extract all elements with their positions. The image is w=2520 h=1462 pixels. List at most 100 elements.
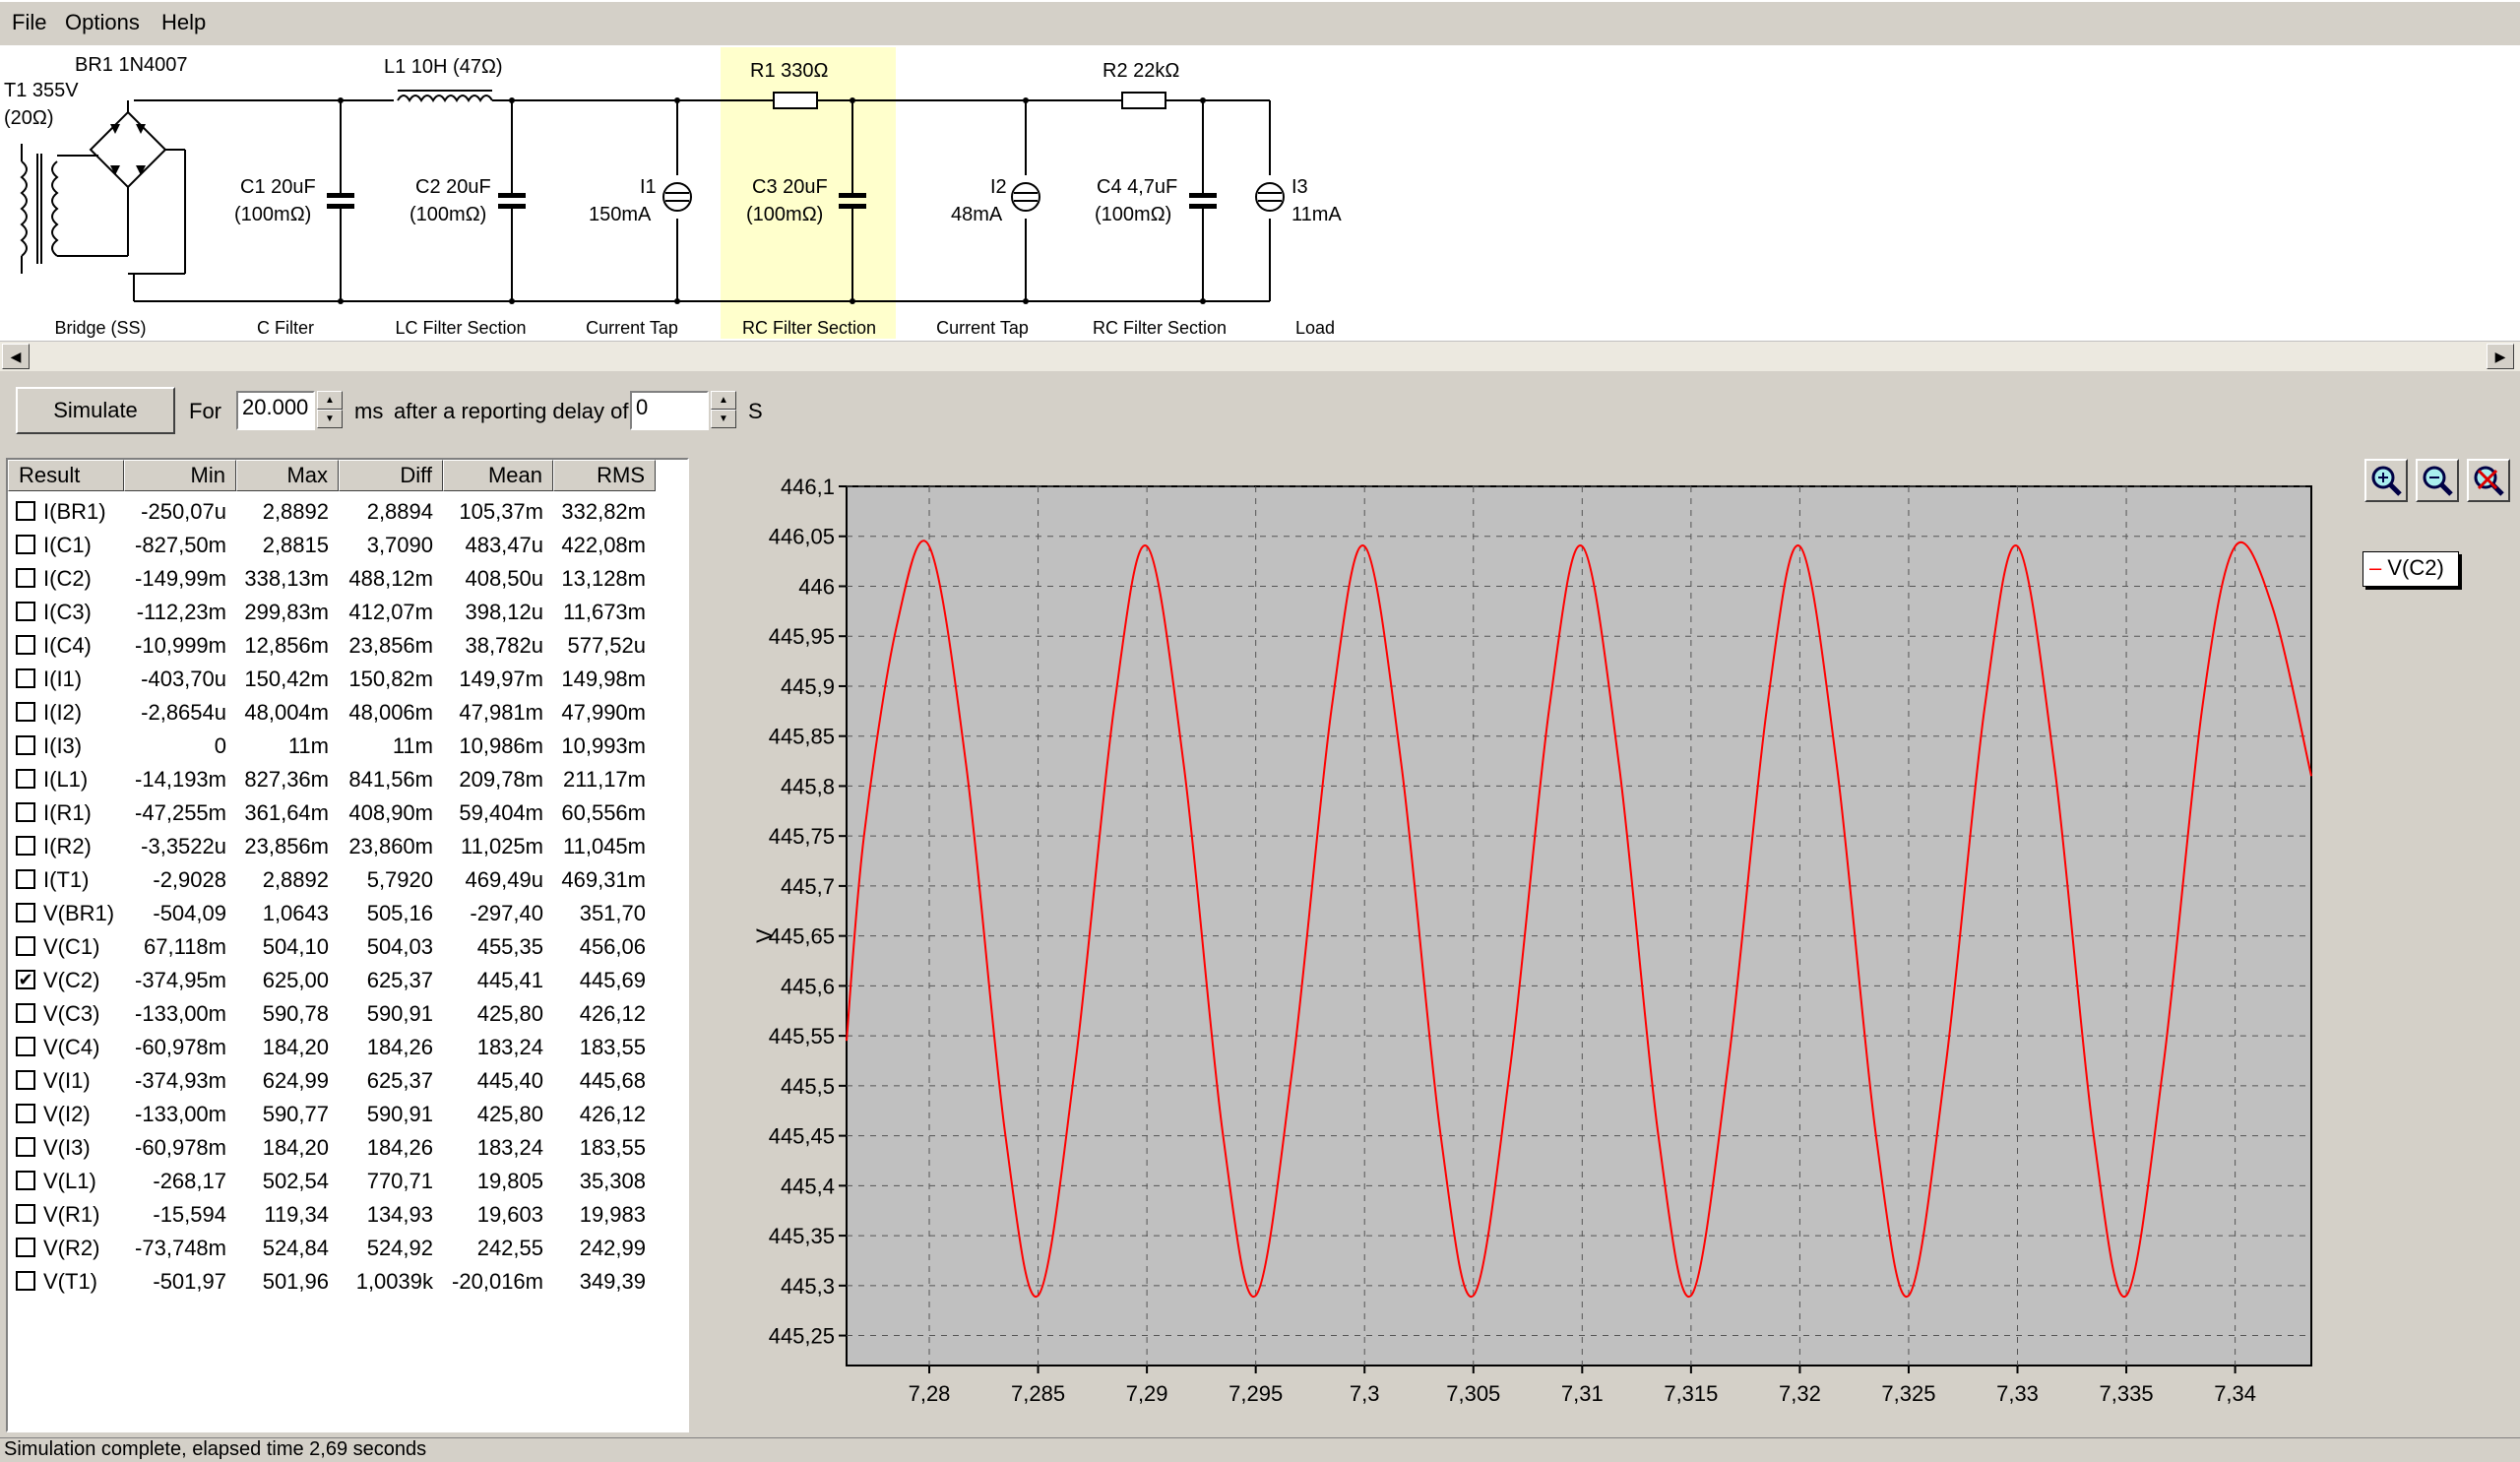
row-checkbox[interactable] (16, 702, 35, 722)
cell-mean: 19,603 (443, 1202, 543, 1228)
table-row[interactable]: I(BR1)-250,07u2,88922,8894105,37m332,82m (8, 495, 687, 529)
cell-rms: 422,08m (553, 533, 646, 558)
table-row[interactable]: V(BR1)-504,091,0643505,16-297,40351,70 (8, 897, 687, 930)
spin-down-icon[interactable]: ▼ (711, 410, 736, 428)
simulate-button[interactable]: Simulate (16, 387, 175, 434)
spin-down-icon[interactable]: ▼ (317, 410, 343, 428)
table-row[interactable]: I(C2)-149,99m338,13m488,12m408,50u13,128… (8, 562, 687, 596)
y-axis-label: V (752, 928, 777, 943)
legend-label: V(C2) (2387, 555, 2443, 580)
table-row[interactable]: I(T1)-2,90282,88925,7920469,49u469,31m (8, 863, 687, 897)
table-row[interactable]: I(L1)-14,193m827,36m841,56m209,78m211,17… (8, 763, 687, 796)
row-checkbox[interactable] (16, 1037, 35, 1056)
spin-up-icon[interactable]: ▲ (711, 391, 736, 410)
table-row[interactable]: V(L1)-268,17502,54770,7119,80535,308 (8, 1165, 687, 1198)
zoom-in-button[interactable] (2364, 459, 2408, 502)
row-checkbox[interactable] (16, 936, 35, 956)
table-row[interactable]: V(I2)-133,00m590,77590,91425,80426,12 (8, 1098, 687, 1131)
col-header-diff[interactable]: Diff (339, 460, 443, 491)
table-row[interactable]: V(T1)-501,97501,961,0039k-20,016m349,39 (8, 1265, 687, 1299)
cell-max: 361,64m (236, 800, 329, 826)
delay-input[interactable]: 0 (630, 391, 709, 430)
menu-file[interactable]: File (4, 8, 54, 37)
row-checkbox[interactable] (16, 903, 35, 922)
row-checkbox[interactable] (16, 635, 35, 655)
table-row[interactable]: ✔V(C2)-374,95m625,00625,37445,41445,69 (8, 964, 687, 997)
row-checkbox[interactable] (16, 1137, 35, 1157)
cell-max: 590,78 (236, 1001, 329, 1027)
duration-spinner[interactable]: ▲ ▼ (317, 391, 343, 428)
cell-min: -47,255m (124, 800, 226, 826)
cell-diff: 841,56m (339, 767, 433, 793)
x-tick-label: 7,325 (1881, 1381, 1935, 1406)
table-row[interactable]: I(R2)-3,3522u23,856m23,860m11,025m11,045… (8, 830, 687, 863)
table-row[interactable]: V(C1)67,118m504,10504,03455,35456,06 (8, 930, 687, 964)
cell-diff: 524,92 (339, 1236, 433, 1261)
col-header-min[interactable]: Min (124, 460, 236, 491)
table-row[interactable]: I(R1)-47,255m361,64m408,90m59,404m60,556… (8, 796, 687, 830)
table-row[interactable]: V(C4)-60,978m184,20184,26183,24183,55 (8, 1031, 687, 1064)
cell-diff: 1,0039k (339, 1269, 433, 1295)
cell-rms: 183,55 (553, 1035, 646, 1060)
zoom-out-button[interactable] (2416, 459, 2459, 502)
table-row[interactable]: I(C4)-10,999m12,856m23,856m38,782u577,52… (8, 629, 687, 663)
table-row[interactable]: I(I1)-403,70u150,42m150,82m149,97m149,98… (8, 663, 687, 696)
table-row[interactable]: V(C3)-133,00m590,78590,91425,80426,12 (8, 997, 687, 1031)
cell-min: -133,00m (124, 1001, 226, 1027)
row-checkbox[interactable] (16, 1204, 35, 1224)
row-checkbox[interactable]: ✔ (16, 970, 35, 989)
row-name: I(L1) (43, 767, 88, 793)
table-row[interactable]: I(C3)-112,23m299,83m412,07m398,12u11,673… (8, 596, 687, 629)
row-checkbox[interactable] (16, 1238, 35, 1257)
cell-min: -374,93m (124, 1068, 226, 1094)
row-checkbox[interactable] (16, 668, 35, 688)
col-header-mean[interactable]: Mean (443, 460, 553, 491)
cell-diff: 625,37 (339, 968, 433, 993)
cell-mean: 469,49u (443, 867, 543, 893)
row-checkbox[interactable] (16, 1171, 35, 1190)
cell-min: 0 (124, 733, 226, 759)
row-checkbox[interactable] (16, 568, 35, 588)
duration-input[interactable]: 20.000 (236, 391, 315, 430)
col-header-result[interactable]: Result (8, 460, 124, 491)
menu-options[interactable]: Options (57, 8, 148, 37)
table-row[interactable]: V(I3)-60,978m184,20184,26183,24183,55 (8, 1131, 687, 1165)
cell-min: -149,99m (124, 566, 226, 592)
row-checkbox[interactable] (16, 501, 35, 521)
row-checkbox[interactable] (16, 1104, 35, 1123)
row-checkbox[interactable] (16, 602, 35, 621)
col-header-max[interactable]: Max (236, 460, 339, 491)
c2-esr-label: (100mΩ) (410, 204, 486, 225)
scroll-right-icon[interactable]: ▶ (2487, 344, 2514, 369)
cell-max: 502,54 (236, 1169, 329, 1194)
table-row[interactable]: I(I2)-2,8654u48,004m48,006m47,981m47,990… (8, 696, 687, 730)
row-checkbox[interactable] (16, 1271, 35, 1291)
row-checkbox[interactable] (16, 535, 35, 554)
menu-help[interactable]: Help (154, 8, 214, 37)
table-row[interactable]: V(I1)-374,93m624,99625,37445,40445,68 (8, 1064, 687, 1098)
row-checkbox[interactable] (16, 869, 35, 889)
row-checkbox[interactable] (16, 802, 35, 822)
table-row[interactable]: I(I3)011m11m10,986m10,993m (8, 730, 687, 763)
row-checkbox[interactable] (16, 1070, 35, 1090)
zoom-reset-button[interactable] (2467, 459, 2510, 502)
table-row[interactable]: I(C1)-827,50m2,88153,7090483,47u422,08m (8, 529, 687, 562)
c1-label: C1 20uF (240, 176, 316, 198)
scroll-left-icon[interactable]: ◀ (2, 344, 30, 369)
cell-min: 67,118m (124, 934, 226, 960)
cell-diff: 488,12m (339, 566, 433, 592)
y-tick-label: 445,9 (781, 674, 835, 699)
schematic-scrollbar[interactable]: ◀ ▶ (0, 341, 2520, 372)
x-tick-label: 7,34 (2214, 1381, 2256, 1406)
spin-up-icon[interactable]: ▲ (317, 391, 343, 410)
row-checkbox[interactable] (16, 836, 35, 856)
row-checkbox[interactable] (16, 1003, 35, 1023)
row-checkbox[interactable] (16, 769, 35, 789)
table-row[interactable]: V(R2)-73,748m524,84524,92242,55242,99 (8, 1232, 687, 1265)
row-checkbox[interactable] (16, 735, 35, 755)
cell-max: 23,856m (236, 834, 329, 859)
table-row[interactable]: V(R1)-15,594119,34134,9319,60319,983 (8, 1198, 687, 1232)
cell-max: 625,00 (236, 968, 329, 993)
col-header-rms[interactable]: RMS (553, 460, 656, 491)
delay-spinner[interactable]: ▲ ▼ (711, 391, 736, 428)
